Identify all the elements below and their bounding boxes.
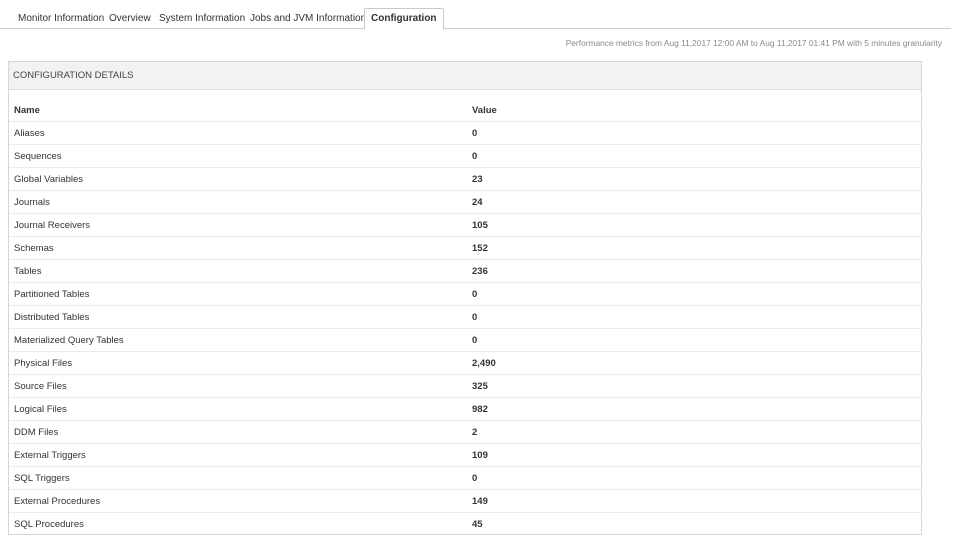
panel-title: CONFIGURATION DETAILS (9, 62, 921, 90)
table-row: External Procedures 149 (9, 489, 921, 513)
row-value-cell: 23 (472, 167, 921, 191)
table-row: DDM Files 2 (9, 420, 921, 444)
row-value-cell: 0 (472, 328, 921, 352)
table-row: Physical Files 2,490 (9, 351, 921, 375)
row-name-cell: Materialized Query Tables (9, 328, 472, 352)
table-row: Journals 24 (9, 190, 921, 214)
table-header-row: Name Value (9, 99, 921, 122)
row-value-cell: 45 (472, 512, 921, 535)
row-name-cell: Journal Receivers (9, 213, 472, 237)
table-row: Aliases 0 (9, 121, 921, 145)
configuration-table: Name Value Aliases 0 Sequences 0 Global Vari… (9, 99, 921, 535)
table-row: Global Variables 23 (9, 167, 921, 191)
table-row: Schemas 152 (9, 236, 921, 260)
row-name-cell: Sequences (9, 144, 472, 168)
row-name-cell: SQL Procedures (9, 512, 472, 535)
tab-monitor-information[interactable]: Monitor Information (18, 9, 104, 28)
row-name-cell: Partitioned Tables (9, 282, 472, 306)
tab-overview[interactable]: Overview (109, 9, 151, 28)
table-row: SQL Triggers 0 (9, 466, 921, 490)
row-value-cell: 149 (472, 489, 921, 513)
table-row: Source Files 325 (9, 374, 921, 398)
row-value-cell: 982 (472, 397, 921, 421)
row-value-cell: 0 (472, 144, 921, 168)
column-header-name: Name (14, 104, 40, 116)
tab-system-information[interactable]: System Information (159, 9, 245, 28)
row-name-cell: Tables (9, 259, 472, 283)
tab-jobs-and-jvm-information[interactable]: Jobs and JVM Information (250, 9, 366, 28)
row-name-cell: Distributed Tables (9, 305, 472, 329)
table-row: Tables 236 (9, 259, 921, 283)
row-name-cell: Schemas (9, 236, 472, 260)
table-row: SQL Procedures 45 (9, 512, 921, 535)
row-name-cell: Logical Files (9, 397, 472, 421)
row-value-cell: 325 (472, 374, 921, 398)
performance-metrics-note: Performance metrics from Aug 11,2017 12:… (565, 38, 942, 48)
row-value-cell: 2,490 (472, 351, 921, 375)
row-name-cell: External Triggers (9, 443, 472, 467)
table-row: Logical Files 982 (9, 397, 921, 421)
row-value-cell: 2 (472, 420, 921, 444)
row-value-cell: 0 (472, 305, 921, 329)
column-header-value: Value (472, 104, 497, 116)
table-row: Journal Receivers 105 (9, 213, 921, 237)
row-name-cell: Aliases (9, 121, 472, 145)
table-row: External Triggers 109 (9, 443, 921, 467)
row-value-cell: 236 (472, 259, 921, 283)
table-body: Aliases 0 Sequences 0 Global Variables 23 Jour… (9, 121, 921, 535)
row-value-cell: 0 (472, 466, 921, 490)
table-row: Partitioned Tables 0 (9, 282, 921, 306)
table-row: Materialized Query Tables 0 (9, 328, 921, 352)
row-name-cell: Global Variables (9, 167, 472, 191)
table-row: Distributed Tables 0 (9, 305, 921, 329)
tab-configuration[interactable]: Configuration (364, 8, 444, 30)
row-name-cell: Journals (9, 190, 472, 214)
table-row: Sequences 0 (9, 144, 921, 168)
row-value-cell: 0 (472, 121, 921, 145)
row-value-cell: 0 (472, 282, 921, 306)
row-value-cell: 24 (472, 190, 921, 214)
row-value-cell: 105 (472, 213, 921, 237)
row-name-cell: External Procedures (9, 489, 472, 513)
tab-bar: Monitor Information Overview System Info… (0, 0, 951, 30)
row-value-cell: 152 (472, 236, 921, 260)
row-name-cell: Source Files (9, 374, 472, 398)
row-value-cell: 109 (472, 443, 921, 467)
row-name-cell: DDM Files (9, 420, 472, 444)
row-name-cell: Physical Files (9, 351, 472, 375)
configuration-details-panel: CONFIGURATION DETAILS Name Value Aliases… (8, 61, 922, 535)
row-name-cell: SQL Triggers (9, 466, 472, 490)
